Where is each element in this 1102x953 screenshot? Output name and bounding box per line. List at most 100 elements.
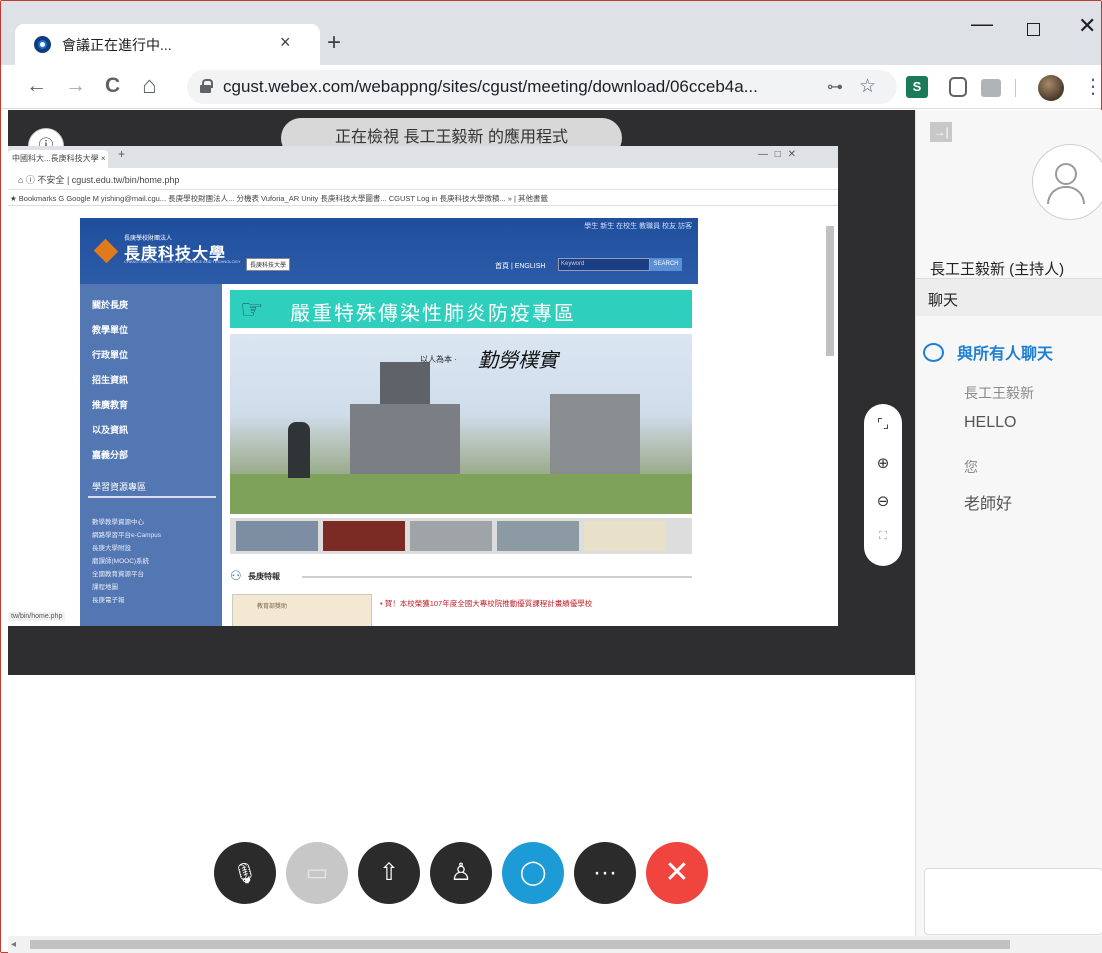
logo-tooltip: 長庚科技大學	[246, 258, 291, 271]
zoom-controls: ⌜⌟ ⊕ ⊖ ⛶	[864, 404, 902, 566]
photo-thumbnail	[323, 521, 405, 551]
browser-tab-strip: 會議正在進行中... × + — ✕	[1, 1, 1101, 66]
extension-app-icon[interactable]	[981, 79, 1001, 97]
home-icon[interactable]: ⌂	[142, 74, 157, 98]
participants-button[interactable]: ♙	[430, 842, 492, 904]
site-sidebar-item: 關於長庚	[92, 300, 129, 310]
browser-menu-icon[interactable]: ⋮	[1083, 74, 1102, 99]
host-avatar	[1032, 144, 1102, 220]
campus-statue	[288, 422, 310, 478]
fit-to-window-icon[interactable]: ⌜⌟	[864, 416, 902, 432]
tab-title: 會議正在進行中...	[62, 37, 172, 53]
shared-status-url: tw/bin/home.php	[8, 612, 66, 621]
lock-icon[interactable]	[200, 79, 213, 93]
chat-header-title: 聊天	[928, 292, 959, 309]
video-off-icon: ▭	[305, 859, 329, 886]
site-sidebar-item: 以及資訊	[92, 425, 129, 435]
news-thumbnail: 教育部獎助	[232, 594, 372, 626]
site-sidebar-link: 數學教學資源中心	[92, 519, 144, 526]
browser-toolbar: ← → C ⌂ cgust.webex.com/webappng/sites/c…	[1, 65, 1102, 109]
close-icon: ✕	[664, 856, 690, 889]
site-sidebar-item: 嘉義分部	[92, 450, 129, 460]
logo-english: CHANG GUNG UNIVERSITY OF SCIENCE AND TEC…	[124, 259, 241, 264]
more-icon: ···	[593, 859, 617, 886]
chat-button[interactable]: ◯	[502, 842, 564, 904]
url-text[interactable]: cgust.webex.com/webappng/sites/cgust/mee…	[223, 77, 758, 97]
site-search-button: SEARCH	[650, 258, 682, 271]
site-sidebar-divider	[88, 496, 216, 498]
new-tab-button[interactable]: +	[327, 29, 341, 57]
message-text: 老師好	[964, 496, 1013, 513]
site-search-input: Keyword	[558, 258, 650, 271]
back-arrow-icon[interactable]: ←	[26, 74, 47, 98]
bookmark-star-icon[interactable]: ☆	[859, 75, 876, 98]
host-name: 長工王毅新 (主持人)	[930, 261, 1065, 278]
more-options-button[interactable]: ···	[574, 842, 636, 904]
photo-thumbnail	[497, 521, 579, 551]
key-icon[interactable]: ⊶	[827, 77, 843, 97]
address-bar[interactable]: cgust.webex.com/webappng/sites/cgust/mee…	[187, 70, 897, 104]
news-headline: • 賀！本校榮獲107年度全國大專校院推動優質課程計畫績優學校	[380, 599, 593, 608]
site-sidebar-item: 行政單位	[92, 350, 129, 360]
toolbar-divider	[1015, 79, 1016, 97]
share-icon: ⇧	[378, 859, 400, 886]
campus-building	[350, 404, 460, 474]
start-video-button[interactable]: ▭	[286, 842, 348, 904]
minimize-button[interactable]: —	[971, 11, 993, 37]
news-section-title: 長庚特報	[248, 572, 280, 581]
campus-slogan: 以人為本 ·	[420, 355, 457, 364]
photo-thumbnail	[410, 521, 492, 551]
site-sidebar-link: 網路學習平台e-Campus	[92, 532, 161, 539]
share-content-button[interactable]: ⇧	[358, 842, 420, 904]
scrollbar-thumb[interactable]	[30, 940, 1010, 949]
collapse-panel-icon[interactable]: →|	[930, 122, 952, 142]
site-sidebar-item: 推廣教育	[92, 400, 129, 410]
site-sidebar-link: 長庚電子報	[92, 597, 125, 604]
scroll-left-arrow-icon[interactable]: ◂	[11, 936, 16, 953]
site-sidebar-link: 課程地圖	[92, 584, 118, 591]
chat-bubble-icon: ◯	[519, 859, 547, 886]
message-text: HELLO	[964, 414, 1017, 431]
browser-tab[interactable]: 會議正在進行中... ×	[15, 24, 320, 66]
site-sidebar: 關於長庚 教學單位 行政單位 招生資訊 推廣教育 以及資訊 嘉義分部 學習資源專…	[80, 284, 222, 626]
shared-url: ⌂ ⓘ 不安全 | cgust.edu.tw/bin/home.php	[18, 175, 180, 185]
shared-tab: 中國科大...長庚科技大學 ×	[8, 150, 108, 168]
site-sidebar-item: 教學單位	[92, 325, 129, 335]
fullscreen-icon[interactable]: ⛶	[864, 530, 902, 543]
shared-tab-bar: 中國科大...長庚科技大學 × + — □ ✕	[8, 146, 838, 168]
university-homepage: 學生 新生 在校生 教職員 校友 訪客 長庚學校財團法人 長庚科技大學 CHAN…	[80, 218, 698, 626]
photo-thumbnail	[236, 521, 318, 551]
shared-scrollbar	[826, 226, 834, 356]
site-sidebar-link: 長庚大學附設	[92, 545, 131, 552]
maximize-button[interactable]	[1027, 23, 1040, 36]
webex-favicon-icon	[34, 36, 51, 53]
zoom-out-icon[interactable]: ⊖	[864, 492, 902, 510]
close-window-button[interactable]: ✕	[1078, 13, 1096, 39]
chat-header: 聊天	[916, 278, 1102, 316]
site-sidebar-heading: 學習資源專區	[92, 482, 147, 492]
forward-arrow-icon[interactable]: →	[65, 74, 86, 98]
muted-microphone-icon: 🎙	[232, 863, 258, 885]
mute-microphone-button[interactable]: 🎙	[214, 842, 276, 904]
horizontal-scrollbar[interactable]: ◂	[8, 936, 1102, 953]
campus-building	[550, 394, 640, 474]
site-header: 學生 新生 在校生 教職員 校友 訪客 長庚學校財團法人 長庚科技大學 CHAN…	[80, 218, 698, 284]
leave-meeting-button[interactable]: ✕	[646, 842, 708, 904]
zoom-in-icon[interactable]: ⊕	[864, 454, 902, 472]
site-lang-links: 首頁 | ENGLISH	[495, 263, 546, 270]
campus-slogan-calligraphy: 勤勞樸實	[478, 350, 558, 372]
campus-lawn	[230, 474, 692, 514]
extension-shield-icon[interactable]	[949, 77, 967, 97]
profile-avatar[interactable]	[1038, 75, 1064, 101]
site-sidebar-item: 招生資訊	[92, 375, 129, 385]
reload-icon[interactable]: C	[105, 74, 120, 98]
chat-bubble-icon	[923, 343, 944, 362]
extension-s-icon[interactable]: S	[906, 76, 928, 98]
campus-photo: 以人為本 · 勤勞樸實	[230, 334, 692, 514]
message-sender: 長工王毅新	[964, 385, 1034, 401]
chat-scope-label[interactable]: 與所有人聊天	[957, 340, 1053, 364]
photo-thumbnail	[584, 521, 666, 551]
chat-message-input[interactable]	[924, 868, 1102, 935]
participants-icon: ♙	[450, 859, 472, 886]
tab-close-icon[interactable]: ×	[280, 32, 291, 53]
